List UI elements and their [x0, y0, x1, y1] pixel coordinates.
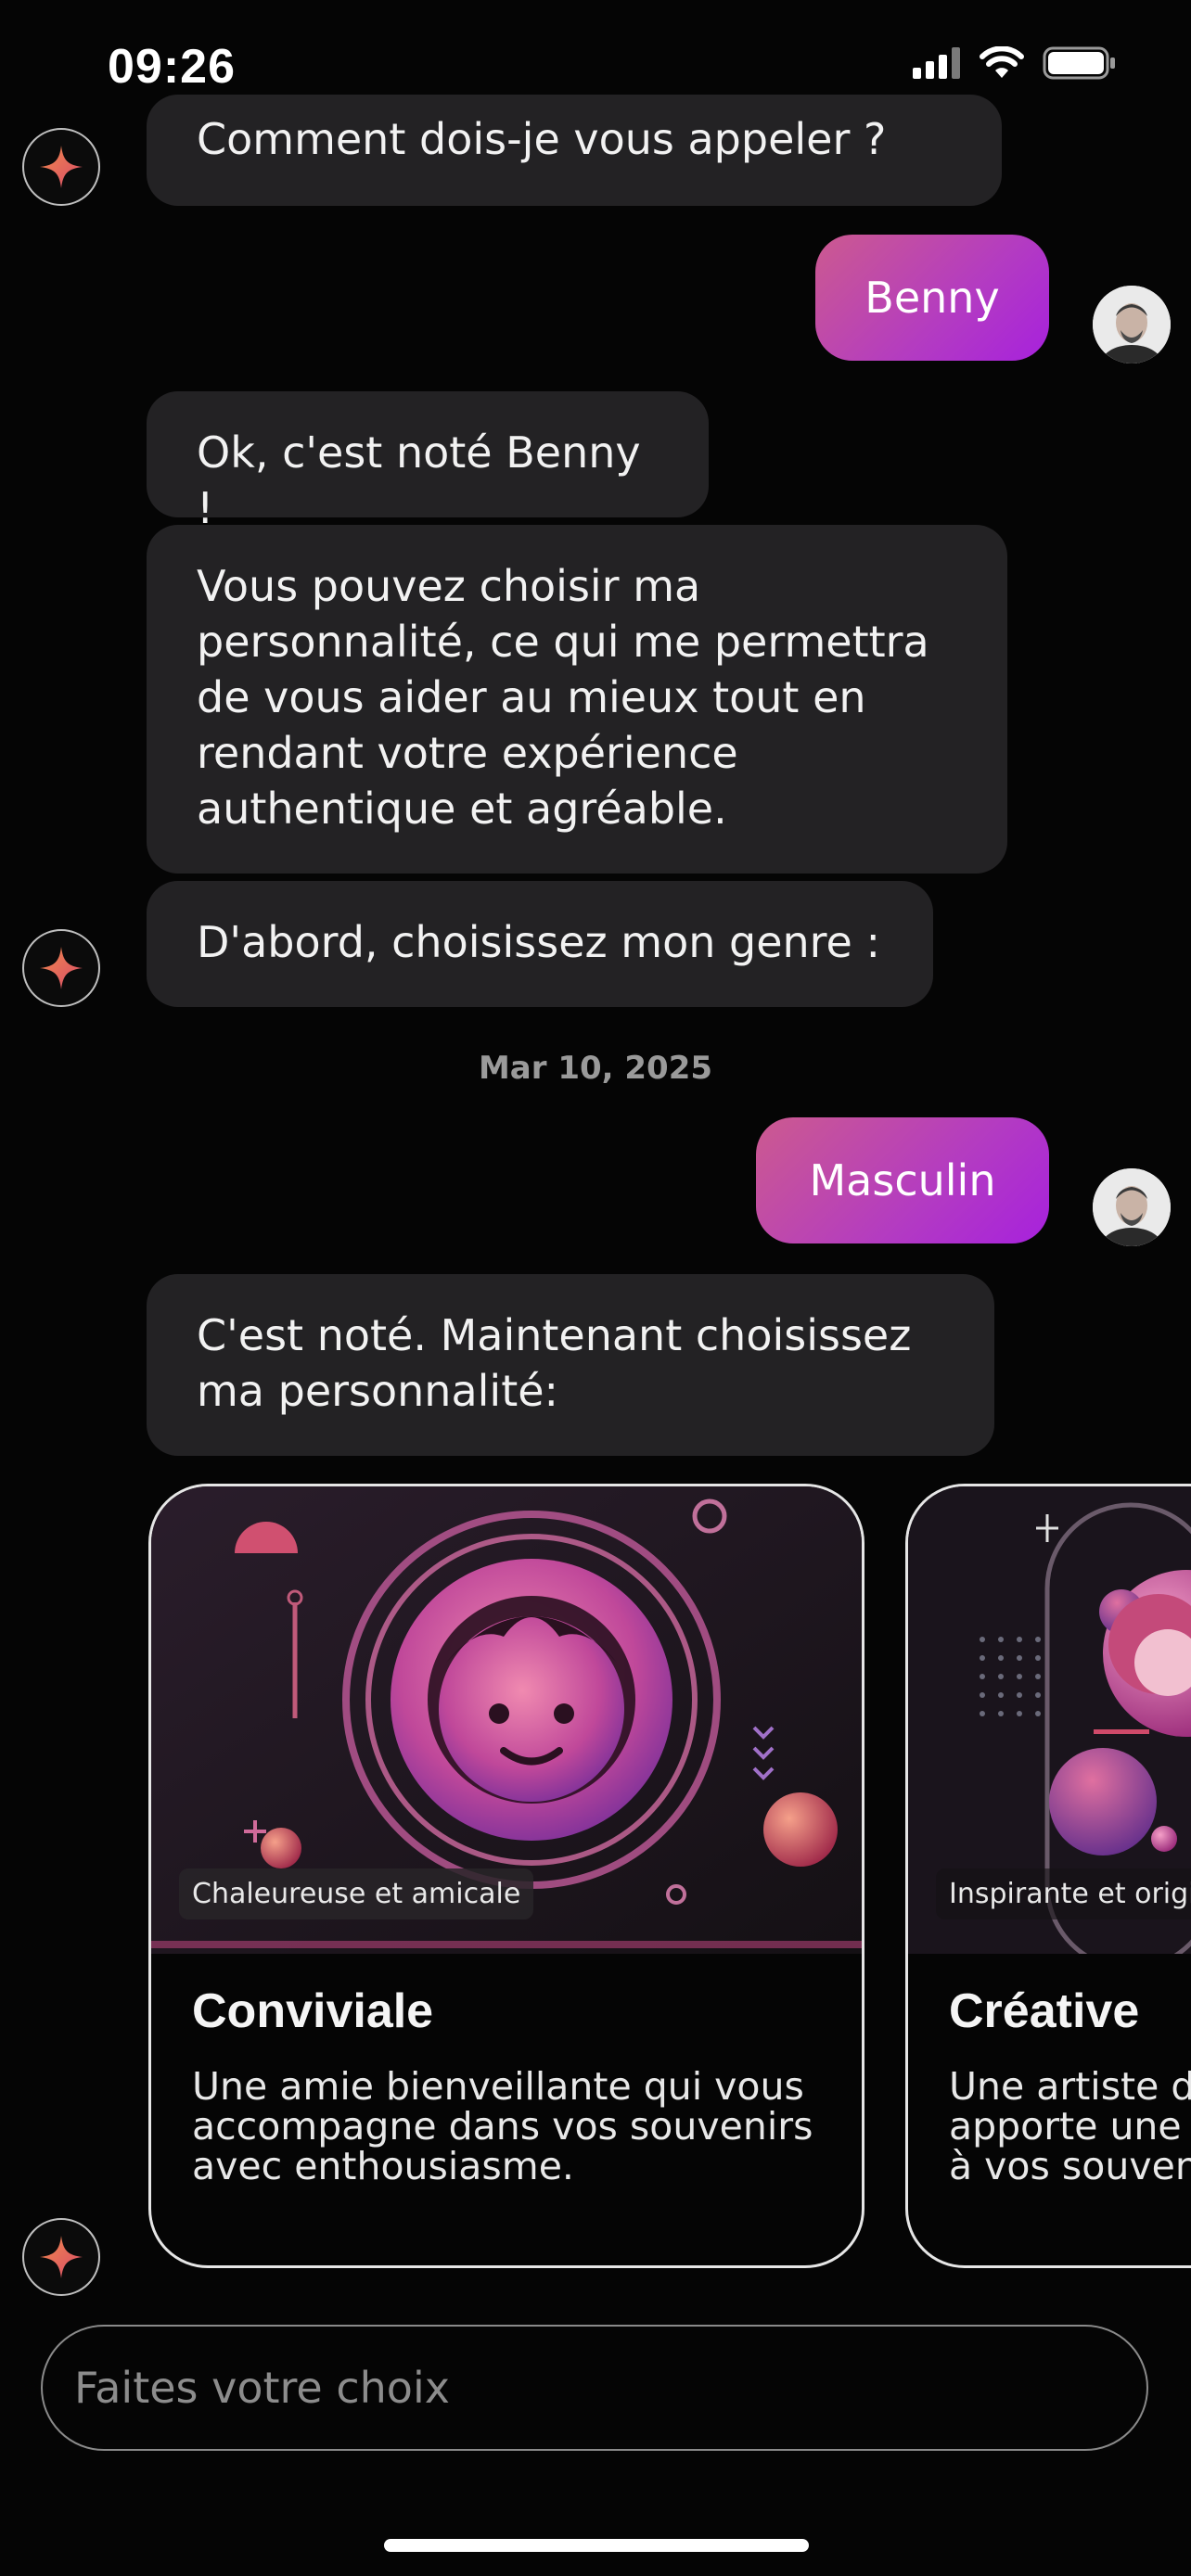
bot-avatar [22, 128, 100, 206]
personality-card-creative[interactable]: Inspirante et origi Créative Une artiste… [905, 1484, 1191, 2268]
card-title: Conviviale [192, 1984, 434, 2038]
user-message: Benny [815, 235, 1049, 361]
bot-message-text: D'abord, choisissez mon genre : [197, 917, 880, 967]
home-indicator[interactable] [384, 2539, 809, 2552]
bot-message: Ok, c'est noté Benny ! [147, 391, 709, 533]
card-description: Une artiste d apporte une à vos souven [949, 2067, 1191, 2187]
status-icons [913, 46, 1117, 80]
bot-message-text: Ok, c'est noté Benny ! [197, 427, 641, 533]
user-avatar [1093, 1168, 1171, 1246]
bot-message-text: C'est noté. Maintenant choisissez ma per… [197, 1310, 912, 1416]
bot-avatar [22, 929, 100, 1007]
bot-message: D'abord, choisissez mon genre : [147, 881, 933, 1007]
battery-icon [1043, 46, 1115, 80]
status-time: 09:26 [108, 40, 236, 94]
top-scroll-mask [0, 111, 1191, 130]
bot-avatar [22, 2218, 100, 2296]
bot-message: Vous pouvez choisir ma personnalité, ce … [147, 525, 1007, 874]
user-avatar [1093, 286, 1171, 363]
bot-message-text: Vous pouvez choisir ma personnalité, ce … [197, 561, 929, 834]
card-tag: Chaleureuse et amicale [179, 1868, 534, 1919]
user-photo-avatar [1093, 1168, 1171, 1246]
user-message: Masculin [756, 1117, 1049, 1243]
user-message-text: Masculin [809, 1155, 996, 1205]
date-separator: Mar 10, 2025 [478, 1050, 713, 1087]
card-description: Une amie bienveillante qui vous accompag… [192, 2064, 813, 2188]
sparkle-star-icon [40, 947, 83, 989]
personality-card-conviviale[interactable]: Chaleureuse et amicale Conviviale Une am… [148, 1484, 864, 2268]
bot-message: C'est noté. Maintenant choisissez ma per… [147, 1274, 994, 1456]
sparkle-star-icon [40, 2236, 83, 2278]
cellular-signal-icon [913, 47, 960, 79]
choice-input[interactable] [41, 2325, 1148, 2451]
sparkle-star-icon [40, 146, 83, 188]
user-message-text: Benny [864, 273, 1000, 323]
card-title: Créative [949, 1984, 1140, 2038]
card-tag: Inspirante et origi [936, 1868, 1191, 1919]
wifi-icon [980, 46, 1024, 78]
user-photo-avatar [1093, 286, 1171, 363]
